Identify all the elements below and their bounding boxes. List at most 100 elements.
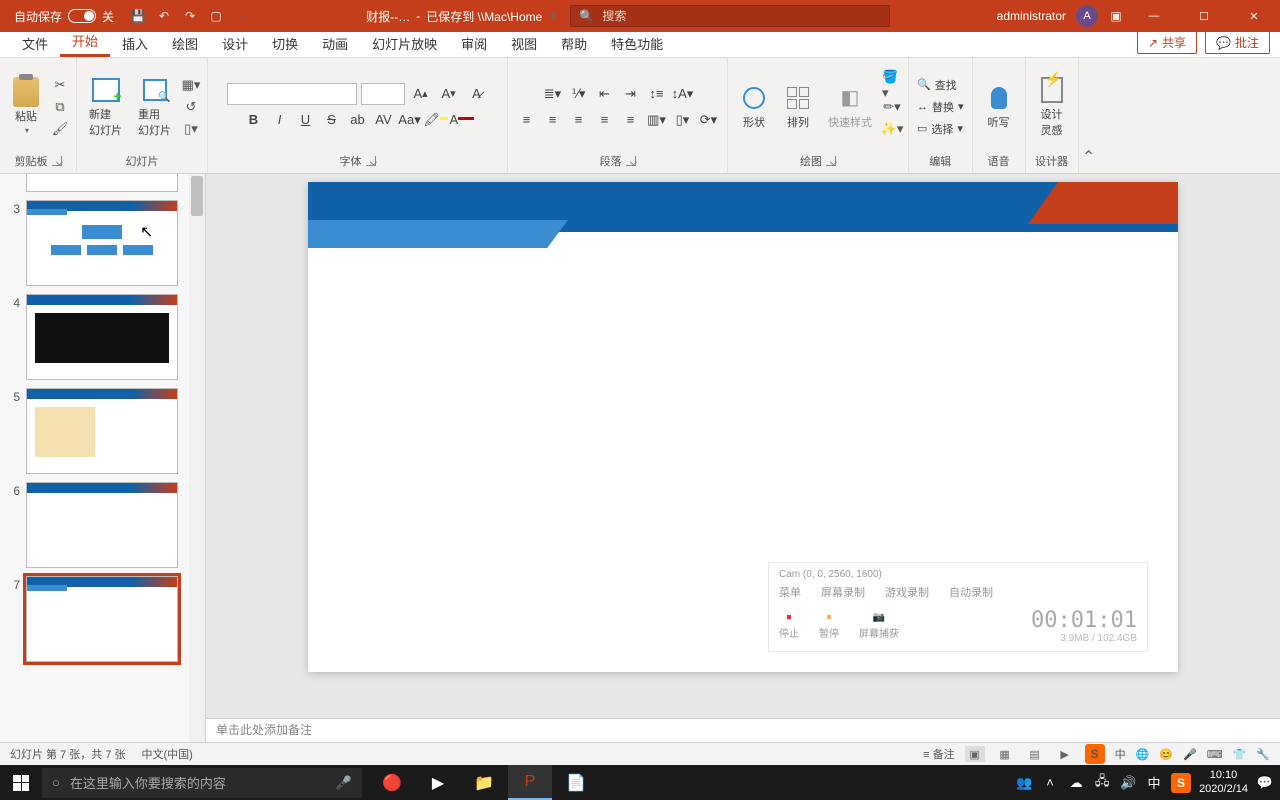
highlight-button[interactable]: 🖍: [424, 109, 448, 131]
volume-icon[interactable]: 🔊: [1119, 774, 1137, 792]
tab-transition[interactable]: 切换: [260, 30, 310, 57]
thumbnail-6[interactable]: [26, 482, 178, 568]
shapes-button[interactable]: 形状: [734, 82, 774, 132]
paste-button[interactable]: 粘贴▾: [6, 76, 46, 137]
reset-icon[interactable]: ↺: [181, 98, 201, 116]
sogou-tray-icon[interactable]: S: [1171, 773, 1191, 793]
columns-icon[interactable]: ▥▾: [645, 109, 669, 131]
align-text-icon[interactable]: ▯▾: [671, 109, 695, 131]
ime-icon-4[interactable]: ⌨: [1207, 748, 1223, 761]
user-name[interactable]: administrator: [997, 9, 1066, 23]
autosave-toggle[interactable]: 自动保存 关: [8, 6, 120, 27]
arrange-button[interactable]: 排列: [778, 82, 818, 132]
notes-toggle[interactable]: ≡ 备注: [923, 746, 954, 762]
slideshow-view-icon[interactable]: ▶: [1055, 746, 1075, 762]
drawing-launcher[interactable]: [826, 156, 836, 166]
numbering-icon[interactable]: ⅟▾: [567, 83, 591, 105]
thumbnail-7[interactable]: [26, 576, 178, 662]
design-ideas-button[interactable]: 设计 灵感: [1032, 74, 1072, 140]
tab-insert[interactable]: 插入: [110, 30, 160, 57]
replace-button[interactable]: ↔ 替换 ▾: [915, 98, 966, 116]
taskbar-app-1[interactable]: 🔴: [370, 765, 414, 800]
thumbnail-partial[interactable]: [26, 174, 178, 192]
indent-inc-icon[interactable]: ⇥: [619, 83, 643, 105]
reading-view-icon[interactable]: ▤: [1025, 746, 1045, 762]
tab-animation[interactable]: 动画: [310, 30, 360, 57]
ribbon-display-icon[interactable]: ▣: [1108, 8, 1124, 24]
shadow-button[interactable]: ab: [346, 109, 370, 131]
windows-search[interactable]: ○ 在这里输入你要搜索的内容 🎤: [42, 768, 362, 798]
taskbar-app-2[interactable]: ▶: [416, 765, 460, 800]
sorter-view-icon[interactable]: ▦: [995, 746, 1015, 762]
collapse-ribbon-icon[interactable]: ⌃: [1079, 58, 1099, 173]
tab-special[interactable]: 特色功能: [599, 30, 675, 57]
slideshow-start-icon[interactable]: ▢: [208, 8, 224, 24]
ime-icon-1[interactable]: 🌐: [1136, 748, 1150, 761]
select-button[interactable]: ▭ 选择 ▾: [915, 120, 965, 138]
tab-home[interactable]: 开始: [60, 27, 110, 57]
new-slide-button[interactable]: 新建 幻灯片: [83, 74, 128, 140]
comment-button[interactable]: 💬 批注: [1205, 31, 1270, 54]
normal-view-icon[interactable]: ▣: [965, 746, 985, 762]
tab-help[interactable]: 帮助: [549, 30, 599, 57]
justify-icon[interactable]: ≡: [593, 109, 617, 131]
maximize-button[interactable]: ☐: [1184, 0, 1224, 32]
indent-dec-icon[interactable]: ⇤: [593, 83, 617, 105]
undo-icon[interactable]: ↶: [156, 8, 172, 24]
tab-slideshow[interactable]: 幻灯片放映: [360, 30, 449, 57]
avatar[interactable]: A: [1076, 5, 1098, 27]
increase-font-icon[interactable]: A▴: [409, 83, 433, 105]
format-painter-icon[interactable]: 🖌: [50, 120, 70, 138]
font-color-button[interactable]: A: [450, 109, 474, 131]
change-case-button[interactable]: Aa▾: [398, 109, 422, 131]
tray-chevron-icon[interactable]: ˄: [1041, 774, 1059, 792]
system-clock[interactable]: 10:10 2020/2/14: [1199, 769, 1248, 795]
align-right-icon[interactable]: ≡: [567, 109, 591, 131]
thumbnail-4[interactable]: [26, 294, 178, 380]
line-spacing-icon[interactable]: ↕≡: [645, 83, 669, 105]
rec-capture-button[interactable]: 📷屏幕捕获: [859, 612, 899, 640]
tab-review[interactable]: 审阅: [449, 30, 499, 57]
bold-button[interactable]: B: [242, 109, 266, 131]
ime-icon-5[interactable]: 👕: [1233, 748, 1247, 761]
notes-pane[interactable]: 单击此处添加备注: [206, 718, 1280, 742]
shape-outline-icon[interactable]: ✏▾: [882, 98, 902, 116]
tab-draw[interactable]: 绘图: [160, 30, 210, 57]
share-button[interactable]: ↗ 共享: [1137, 31, 1197, 54]
minimize-button[interactable]: —: [1134, 0, 1174, 32]
clipboard-launcher[interactable]: [52, 156, 62, 166]
rec-tab-auto[interactable]: 自动录制: [949, 584, 993, 600]
ime-tray[interactable]: 中: [1145, 774, 1163, 792]
smartart-icon[interactable]: ⟳▾: [697, 109, 721, 131]
section-icon[interactable]: ▯▾: [181, 120, 201, 138]
shape-fill-icon[interactable]: 🪣▾: [882, 76, 902, 94]
distribute-icon[interactable]: ≡: [619, 109, 643, 131]
font-launcher[interactable]: [366, 156, 376, 166]
start-button[interactable]: [0, 765, 42, 800]
text-direction-icon[interactable]: ↕A▾: [671, 83, 695, 105]
save-icon[interactable]: 💾: [130, 8, 146, 24]
tab-design[interactable]: 设计: [210, 30, 260, 57]
slide-counter[interactable]: 幻灯片 第 7 张，共 7 张: [10, 746, 126, 762]
rec-tab-screen[interactable]: 屏幕录制: [821, 584, 865, 600]
search-box[interactable]: 🔍: [570, 5, 890, 27]
align-center-icon[interactable]: ≡: [541, 109, 565, 131]
language-status[interactable]: 中文(中国): [142, 746, 193, 762]
ime-status[interactable]: 中: [1115, 746, 1126, 762]
onedrive-icon[interactable]: ☁: [1067, 774, 1085, 792]
ime-icon-3[interactable]: 🎤: [1183, 748, 1197, 761]
paragraph-launcher[interactable]: [626, 156, 636, 166]
taskbar-explorer[interactable]: 📁: [462, 765, 506, 800]
dictate-button[interactable]: 听写: [979, 82, 1019, 132]
clear-format-icon[interactable]: A̷: [465, 83, 489, 105]
char-spacing-button[interactable]: AV: [372, 109, 396, 131]
rec-tab-menu[interactable]: 菜单: [779, 584, 801, 600]
underline-button[interactable]: U: [294, 109, 318, 131]
cut-icon[interactable]: ✂: [50, 76, 70, 94]
redo-icon[interactable]: ↷: [182, 8, 198, 24]
qat-more-icon[interactable]: ▾: [236, 8, 252, 24]
thumbnail-5[interactable]: [26, 388, 178, 474]
action-center-icon[interactable]: 💬: [1256, 774, 1274, 792]
copy-icon[interactable]: ⧉: [50, 98, 70, 116]
decrease-font-icon[interactable]: A▾: [437, 83, 461, 105]
